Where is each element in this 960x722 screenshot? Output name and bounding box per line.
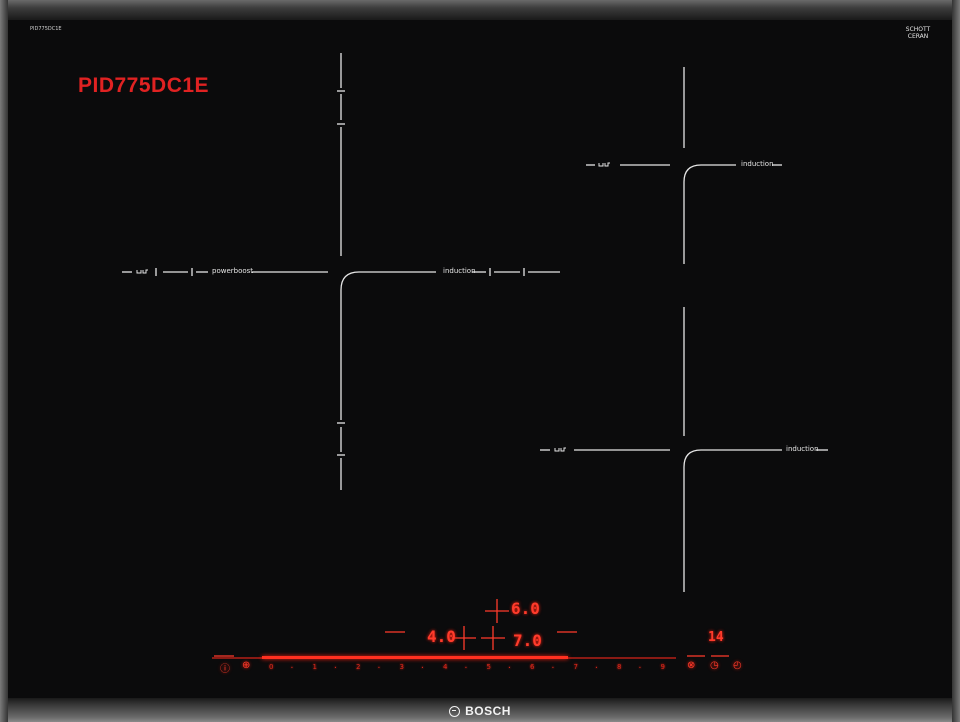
slider-step-9[interactable]: 9 xyxy=(661,663,665,671)
cooktop-panel: PID775DC1E PID775DC1E SCHOTT CERAN power… xyxy=(0,0,960,722)
zone-label-induction: induction xyxy=(443,267,476,275)
model-label-small: PID775DC1E xyxy=(30,26,62,32)
slider-dot: • xyxy=(290,665,294,670)
model-label: PID775DC1E xyxy=(78,74,210,97)
slider-dot: • xyxy=(595,665,598,670)
slider-dot: • xyxy=(421,665,424,670)
pot-symbol xyxy=(598,162,610,167)
glass-brand-logo: SCHOTT CERAN xyxy=(898,26,938,40)
zone-line xyxy=(683,164,736,264)
slider-dot: • xyxy=(551,665,555,670)
slider-step-2[interactable]: 2 xyxy=(356,663,360,671)
slider-dot: • xyxy=(377,665,381,670)
slider-dot: • xyxy=(508,665,511,670)
brand-name: BOSCH xyxy=(465,704,511,718)
bosch-logo-icon xyxy=(449,705,461,717)
slider-dot: • xyxy=(638,665,642,670)
child-lock-icon[interactable]: ⊕ xyxy=(242,660,250,671)
slider-step-3[interactable]: 3 xyxy=(400,663,404,671)
pot-symbol xyxy=(136,269,148,274)
display-right-zone: 7.0 xyxy=(513,631,542,650)
zone-markings xyxy=(122,53,828,657)
zone-label-induction: induction xyxy=(741,160,774,168)
slider-step-6[interactable]: 6 xyxy=(530,663,534,671)
brand-logo: BOSCH xyxy=(428,702,532,720)
zone-label-powerboost: powerboost xyxy=(212,267,254,275)
slider-step-1[interactable]: 1 xyxy=(313,663,317,671)
slider-step-8[interactable]: 8 xyxy=(617,663,621,671)
zone-line xyxy=(340,271,436,420)
powerboost-icon[interactable]: ⊗ xyxy=(687,660,695,671)
zone-line xyxy=(683,449,782,592)
glass-brand-name: SCHOTT xyxy=(905,26,931,33)
slider-dot: • xyxy=(334,665,337,670)
slider-step-0[interactable]: 0 xyxy=(269,663,273,671)
slider-step-5[interactable]: 5 xyxy=(487,663,491,671)
timer-display: 14 xyxy=(708,630,724,645)
power-slider-fill xyxy=(262,656,568,659)
slider-step-4[interactable]: 4 xyxy=(443,663,447,671)
pot-symbol xyxy=(554,447,566,452)
glass-brand-sub: CERAN xyxy=(907,33,929,40)
display-left-zone: 4.0 xyxy=(427,627,456,646)
clock-icon[interactable]: ◴ xyxy=(733,660,742,671)
timer-icon[interactable]: ◷ xyxy=(710,660,719,671)
slider-dot: • xyxy=(464,665,468,670)
info-icon[interactable]: ⓘ xyxy=(220,660,230,675)
display-top-zone: 6.0 xyxy=(511,599,540,618)
zone-label-induction: induction xyxy=(786,445,819,453)
slider-step-7[interactable]: 7 xyxy=(574,663,578,671)
